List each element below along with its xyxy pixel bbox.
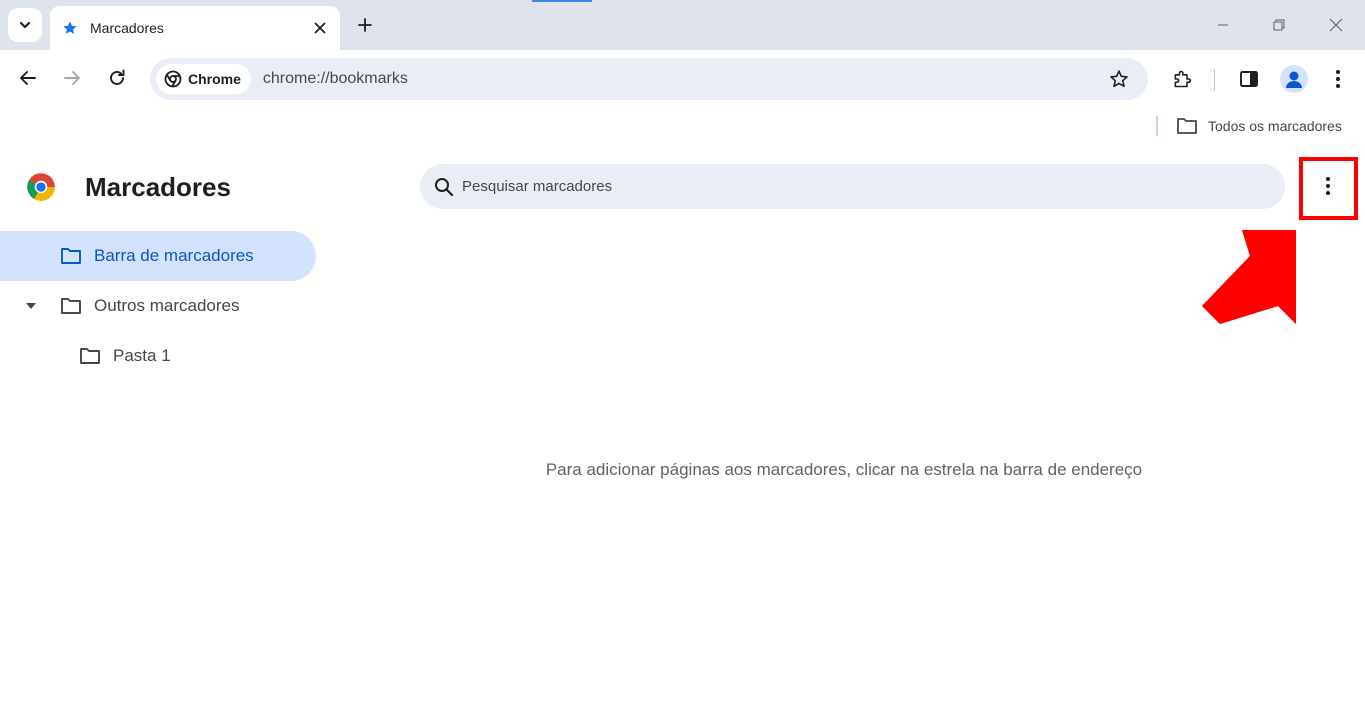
bookmarks-bar-divider	[1156, 116, 1158, 136]
folder-icon	[61, 298, 81, 314]
back-button[interactable]	[13, 63, 43, 93]
expand-toggle[interactable]	[24, 299, 38, 313]
search-input[interactable]	[462, 178, 1242, 195]
all-bookmarks-label: Todos os marcadores	[1208, 118, 1342, 134]
sidebar-item-label: Barra de marcadores	[94, 246, 254, 265]
folder-icon	[80, 348, 100, 364]
close-icon	[314, 22, 326, 34]
sidebar-item-label: Outros marcadores	[94, 296, 240, 315]
all-bookmarks-button[interactable]: Todos os marcadores	[1176, 114, 1342, 138]
puzzle-icon	[1174, 70, 1192, 88]
extensions-button[interactable]	[1167, 64, 1197, 94]
bookmark-star-button[interactable]	[1104, 64, 1134, 94]
sidebar-item-other-bookmarks[interactable]: Outros marcadores	[0, 281, 316, 331]
annotation-arrow-icon	[1202, 230, 1296, 324]
person-icon	[1286, 71, 1302, 88]
side-panel-button[interactable]	[1234, 64, 1264, 94]
chevron-down-icon	[19, 21, 31, 29]
toolbar: Chrome chrome://bookmarks	[0, 50, 1365, 108]
tab-search-button[interactable]	[8, 8, 42, 42]
url-text[interactable]: chrome://bookmarks	[263, 70, 1104, 88]
forward-button[interactable]	[57, 63, 87, 93]
minimize-icon	[1218, 24, 1228, 26]
restore-button[interactable]	[1264, 10, 1294, 40]
empty-state-message: Para adicionar páginas aos marcadores, c…	[545, 460, 1143, 479]
sidebar-item-bookmarks-bar[interactable]: Barra de marcadores	[0, 231, 316, 281]
search-icon	[435, 177, 454, 196]
tab-strip-indicator	[532, 0, 592, 2]
restore-icon	[1273, 19, 1285, 31]
tab-title: Marcadores	[90, 20, 164, 36]
close-window-button[interactable]	[1321, 10, 1351, 40]
minimize-button[interactable]	[1208, 10, 1238, 40]
reload-button[interactable]	[102, 63, 132, 93]
more-vert-icon	[1336, 70, 1340, 88]
search-bar[interactable]	[420, 164, 1285, 209]
sidebar-item-pasta-1[interactable]: Pasta 1	[0, 331, 316, 381]
plus-icon	[358, 18, 372, 32]
arrow-left-icon	[20, 71, 36, 85]
side-panel-icon	[1240, 71, 1258, 87]
arrow-right-icon	[64, 71, 80, 85]
star-filled-icon	[63, 21, 77, 34]
tab-bookmarks[interactable]: Marcadores	[50, 6, 340, 50]
site-info-chip[interactable]: Chrome	[156, 64, 251, 94]
toolbar-divider	[1214, 69, 1215, 91]
caret-down-icon	[26, 303, 36, 309]
browser-menu-button[interactable]	[1323, 64, 1353, 94]
annotation-highlight-box	[1299, 157, 1358, 220]
page-title: Marcadores	[85, 172, 231, 202]
sidebar-item-label: Pasta 1	[113, 346, 171, 365]
new-tab-button[interactable]	[350, 10, 380, 40]
profile-avatar[interactable]	[1280, 65, 1308, 93]
tab-close-button[interactable]	[310, 18, 330, 38]
chrome-logo-icon	[164, 70, 182, 88]
chrome-logo	[27, 173, 55, 201]
folder-icon	[1177, 118, 1197, 134]
site-chip-label: Chrome	[188, 71, 241, 87]
close-icon	[1329, 18, 1343, 32]
tab-strip: Marcadores	[0, 0, 1365, 50]
omnibox[interactable]: Chrome chrome://bookmarks	[150, 58, 1148, 100]
reload-icon	[110, 69, 125, 85]
folder-icon	[61, 248, 81, 264]
star-outline-icon	[1110, 70, 1128, 88]
